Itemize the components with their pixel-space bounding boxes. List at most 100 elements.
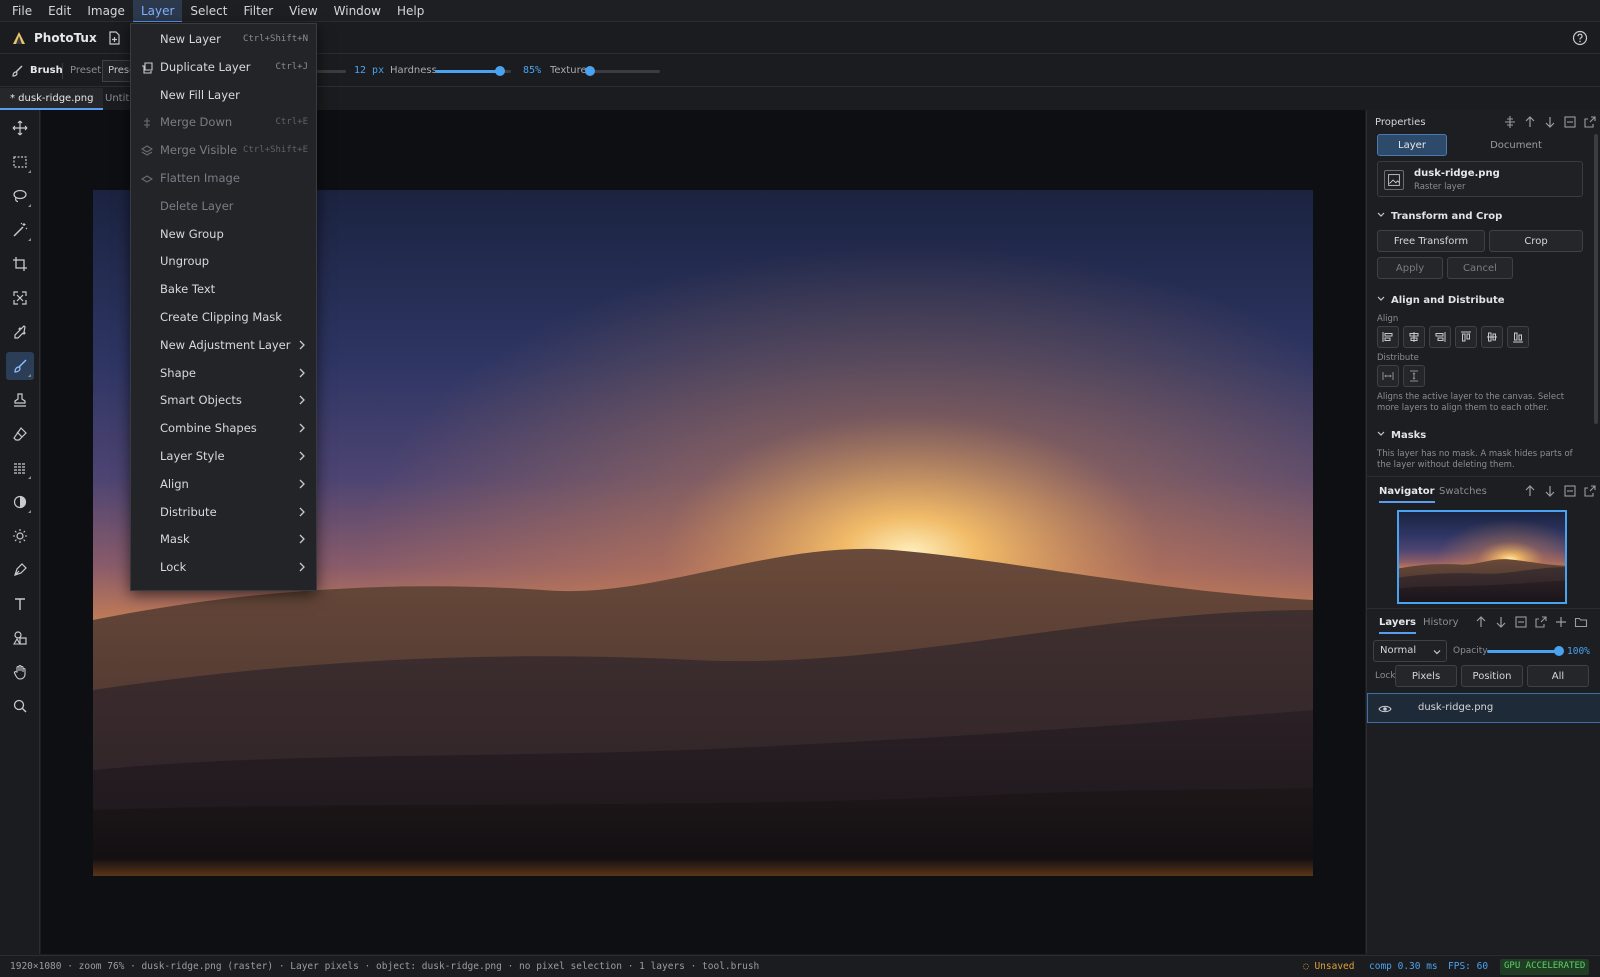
hardness-knob[interactable]	[494, 66, 505, 76]
folder-icon[interactable]	[1574, 615, 1588, 629]
menu-item-bake-text[interactable]: Bake Text	[131, 277, 316, 303]
eye-icon[interactable]	[1378, 702, 1392, 716]
blend-mode-select[interactable]: Normal	[1373, 640, 1447, 662]
magic-wand-tool[interactable]	[6, 216, 34, 244]
add-layer-icon[interactable]	[1554, 615, 1568, 629]
tab-swatches[interactable]: Swatches	[1439, 486, 1487, 497]
stamp-tool[interactable]	[6, 386, 34, 414]
popout-icon[interactable]	[1534, 615, 1548, 629]
collapse-icon[interactable]	[1563, 484, 1577, 498]
new-document-icon[interactable]	[107, 31, 121, 45]
opacity-slider[interactable]	[1487, 646, 1564, 656]
arrow-down-icon[interactable]	[1543, 484, 1557, 498]
texture-knob[interactable]	[585, 66, 595, 76]
menu-file[interactable]: File	[4, 0, 40, 22]
align-right-button[interactable]	[1429, 326, 1451, 348]
align-vcenter-button[interactable]	[1481, 326, 1503, 348]
menu-view[interactable]: View	[281, 0, 325, 22]
size-slider[interactable]	[316, 70, 346, 73]
menu-item-new-adjustment-layer[interactable]: New Adjustment Layer	[131, 333, 316, 359]
collapse-icon[interactable]	[1563, 115, 1577, 129]
arrow-up-icon[interactable]	[1523, 115, 1537, 129]
align-bottom-button[interactable]	[1507, 326, 1529, 348]
navigator-preview[interactable]	[1397, 510, 1567, 604]
crop-button[interactable]: Crop	[1489, 230, 1583, 252]
popout-icon[interactable]	[1583, 484, 1597, 498]
menu-item-smart-objects[interactable]: Smart Objects	[131, 388, 316, 414]
menu-layer[interactable]: Layer	[132, 0, 183, 22]
menu-item-layer-style[interactable]: Layer Style	[131, 444, 316, 470]
gradient-tool[interactable]	[6, 454, 34, 482]
lasso-tool[interactable]	[6, 182, 34, 210]
brightness-tool[interactable]	[6, 522, 34, 550]
align-top-button[interactable]	[1455, 326, 1477, 348]
menu-item-delete-layer[interactable]: Delete Layer	[131, 194, 316, 220]
menu-item-new-group[interactable]: New Group	[131, 222, 316, 248]
properties-scrollbar[interactable]	[1594, 134, 1598, 424]
menu-edit[interactable]: Edit	[40, 0, 79, 22]
help-icon[interactable]	[1572, 30, 1588, 46]
menu-item-flatten-image[interactable]: Flatten Image	[131, 166, 316, 192]
apply-button[interactable]: Apply	[1377, 257, 1443, 279]
tab-layers[interactable]: Layers	[1379, 617, 1416, 634]
masks-section-title[interactable]: Masks	[1377, 430, 1426, 441]
hand-tool[interactable]	[6, 658, 34, 686]
tab-layer[interactable]: Layer	[1377, 134, 1447, 156]
menu-help[interactable]: Help	[389, 0, 432, 22]
collapse-icon[interactable]	[1514, 615, 1528, 629]
shape-tool[interactable]	[6, 624, 34, 652]
menu-item-align[interactable]: Align	[131, 472, 316, 498]
transform-tool[interactable]	[6, 284, 34, 312]
texture-slider[interactable]	[585, 66, 660, 76]
menu-item-duplicate-layer[interactable]: Duplicate Layer Ctrl+J	[131, 55, 316, 81]
move-tool[interactable]	[6, 114, 34, 142]
crop-tool[interactable]	[6, 250, 34, 278]
layer-row[interactable]: dusk-ridge.png	[1367, 693, 1600, 723]
free-transform-button[interactable]: Free Transform	[1377, 230, 1485, 252]
marquee-tool[interactable]	[6, 148, 34, 176]
menu-item-ungroup[interactable]: Ungroup	[131, 249, 316, 275]
eyedropper-tool[interactable]	[6, 318, 34, 346]
lock-pixels-button[interactable]: Pixels	[1395, 665, 1457, 687]
lock-position-button[interactable]: Position	[1461, 665, 1523, 687]
menu-item-combine-shapes[interactable]: Combine Shapes	[131, 416, 316, 442]
lock-all-button[interactable]: All	[1527, 665, 1589, 687]
hardness-slider[interactable]	[435, 66, 511, 76]
eraser-tool[interactable]	[6, 420, 34, 448]
align-left-button[interactable]	[1377, 326, 1399, 348]
tab-history[interactable]: History	[1423, 617, 1459, 628]
arrow-up-icon[interactable]	[1523, 484, 1537, 498]
menu-item-new-layer[interactable]: New Layer Ctrl+Shift+N	[131, 27, 316, 53]
opacity-knob[interactable]	[1554, 646, 1564, 656]
popout-icon[interactable]	[1583, 115, 1597, 129]
arrow-down-icon[interactable]	[1543, 115, 1557, 129]
text-tool[interactable]	[6, 590, 34, 618]
doc-tab-active[interactable]: * dusk-ridge.png	[0, 88, 104, 110]
menu-item-new-fill-layer[interactable]: New Fill Layer	[131, 83, 316, 109]
transform-section-title[interactable]: Transform and Crop	[1377, 211, 1502, 222]
align-section-title[interactable]: Align and Distribute	[1377, 295, 1505, 306]
menu-item-create-clipping-mask[interactable]: Create Clipping Mask	[131, 305, 316, 331]
menu-item-mask[interactable]: Mask	[131, 527, 316, 553]
dodge-tool[interactable]	[6, 488, 34, 516]
cancel-button[interactable]: Cancel	[1447, 257, 1513, 279]
pen-tool[interactable]	[6, 556, 34, 584]
tab-navigator[interactable]: Navigator	[1379, 486, 1435, 503]
zoom-tool[interactable]	[6, 692, 34, 720]
distribute-vertical-button[interactable]	[1403, 365, 1425, 387]
arrow-down-icon[interactable]	[1494, 615, 1508, 629]
align-hcenter-button[interactable]	[1403, 326, 1425, 348]
menu-item-merge-visible[interactable]: Merge Visible Ctrl+Shift+E	[131, 138, 316, 164]
distribute-horizontal-button[interactable]	[1377, 365, 1399, 387]
menu-image[interactable]: Image	[79, 0, 133, 22]
menu-item-merge-down[interactable]: Merge Down Ctrl+E	[131, 110, 316, 136]
tab-document[interactable]: Document	[1451, 134, 1581, 156]
menu-item-lock[interactable]: Lock	[131, 555, 316, 581]
arrow-up-icon[interactable]	[1474, 615, 1488, 629]
menu-item-shape[interactable]: Shape	[131, 361, 316, 387]
pin-icon[interactable]	[1503, 115, 1517, 129]
brush-tool[interactable]	[6, 352, 34, 380]
menu-filter[interactable]: Filter	[235, 0, 281, 22]
menu-window[interactable]: Window	[326, 0, 389, 22]
menu-item-distribute[interactable]: Distribute	[131, 500, 316, 526]
